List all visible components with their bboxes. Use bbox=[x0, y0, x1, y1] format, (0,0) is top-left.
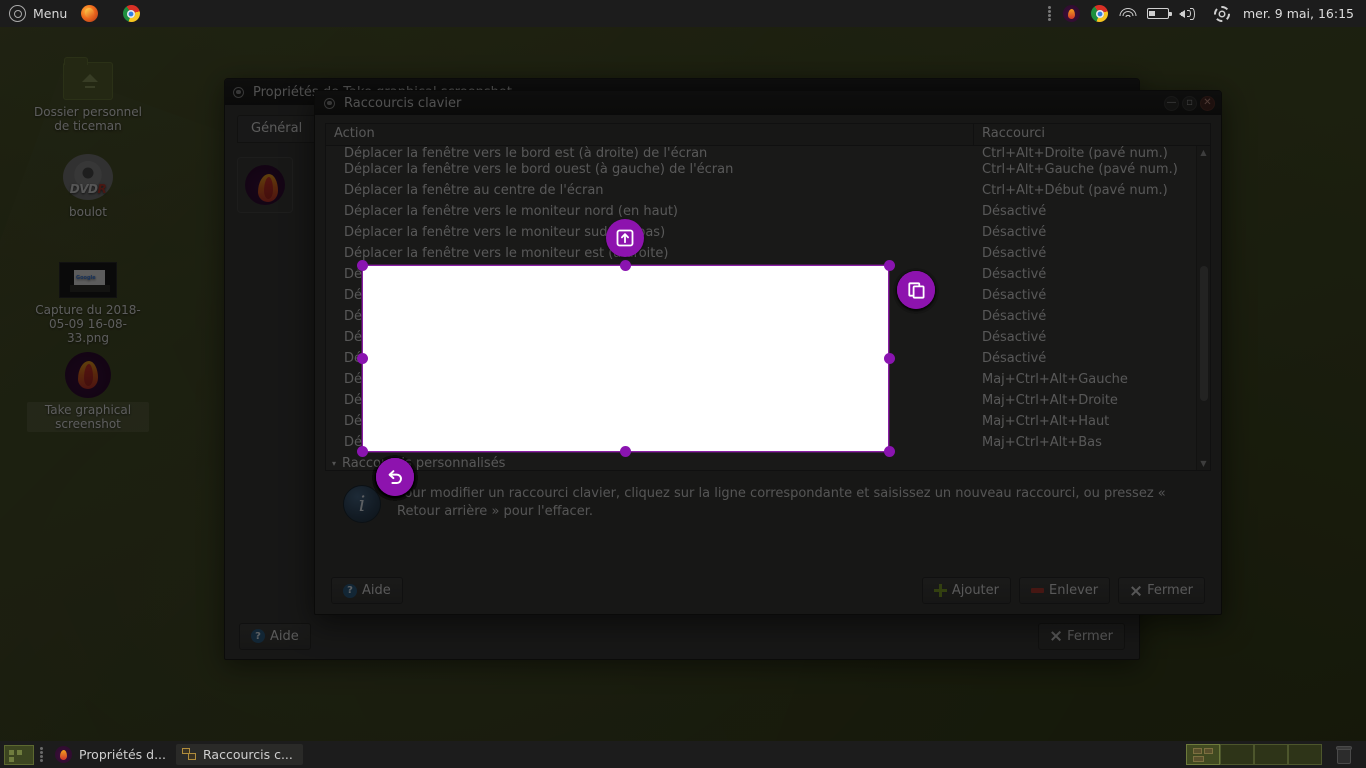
selection-handle-middle-right[interactable] bbox=[884, 353, 895, 364]
menu-label: Menu bbox=[33, 6, 68, 21]
launcher-chrome[interactable] bbox=[118, 0, 144, 27]
selection-handle-bottom-right[interactable] bbox=[884, 446, 895, 457]
taskbar-handle-icon[interactable] bbox=[40, 746, 44, 763]
system-tray: mer. 9 mai, 16:15 bbox=[1047, 0, 1366, 27]
selection-handle-middle-left[interactable] bbox=[357, 353, 368, 364]
selection-handle-bottom-center[interactable] bbox=[620, 446, 631, 457]
volume-icon bbox=[1178, 6, 1197, 21]
workspace-1[interactable] bbox=[1186, 744, 1220, 765]
taskbar-tray bbox=[1186, 744, 1366, 765]
taskbar-item-shortcuts[interactable]: Raccourcis c... bbox=[176, 744, 303, 765]
panel-left-group: Menu bbox=[0, 0, 144, 27]
chrome-icon bbox=[122, 5, 140, 22]
flameshot-icon bbox=[55, 746, 72, 763]
flameshot-icon bbox=[1063, 5, 1081, 22]
copy-icon[interactable] bbox=[897, 271, 935, 309]
taskbar[interactable]: Propriétés d... Raccourcis c... bbox=[0, 741, 1366, 768]
taskbar-item-label: Raccourcis c... bbox=[203, 747, 293, 762]
launcher-firefox[interactable] bbox=[76, 0, 102, 27]
selection-handle-top-right[interactable] bbox=[884, 260, 895, 271]
menu-button[interactable]: Menu bbox=[4, 3, 76, 24]
undo-icon[interactable] bbox=[376, 458, 414, 496]
tray-handle-icon[interactable] bbox=[1047, 5, 1052, 22]
workspace-4[interactable] bbox=[1288, 744, 1322, 765]
taskbar-item-properties[interactable]: Propriétés d... bbox=[49, 743, 176, 766]
ubuntu-menu-icon bbox=[9, 5, 26, 22]
workspace-2[interactable] bbox=[1220, 744, 1254, 765]
selection-handle-bottom-left[interactable] bbox=[357, 446, 368, 457]
open-app-icon[interactable] bbox=[606, 219, 644, 257]
tray-battery[interactable] bbox=[1143, 0, 1173, 27]
taskbar-item-label: Propriétés d... bbox=[79, 747, 166, 762]
selection-handle-top-left[interactable] bbox=[357, 260, 368, 271]
workspace-switcher[interactable] bbox=[1186, 744, 1322, 765]
settings-gear-icon bbox=[1213, 5, 1230, 22]
trash-icon[interactable] bbox=[1336, 745, 1352, 764]
tray-settings[interactable] bbox=[1209, 0, 1235, 27]
battery-icon bbox=[1146, 8, 1172, 19]
clock[interactable]: mer. 9 mai, 16:15 bbox=[1237, 6, 1358, 21]
top-panel[interactable]: Menu mer. 9 mai, 16:15 bbox=[0, 0, 1366, 27]
tray-flameshot[interactable] bbox=[1059, 0, 1085, 27]
taskbar-workspace-indicator[interactable] bbox=[4, 744, 34, 765]
workspace-3[interactable] bbox=[1254, 744, 1288, 765]
tray-network[interactable] bbox=[1115, 0, 1141, 27]
tray-volume[interactable] bbox=[1175, 0, 1201, 27]
selection-handle-top-center[interactable] bbox=[620, 260, 631, 271]
tray-chrome[interactable] bbox=[1087, 0, 1113, 27]
window-icon bbox=[182, 748, 196, 761]
chrome-icon bbox=[1091, 5, 1109, 22]
wifi-icon bbox=[1119, 7, 1137, 21]
screenshot-selection-region[interactable] bbox=[362, 265, 889, 452]
firefox-icon bbox=[80, 5, 98, 22]
